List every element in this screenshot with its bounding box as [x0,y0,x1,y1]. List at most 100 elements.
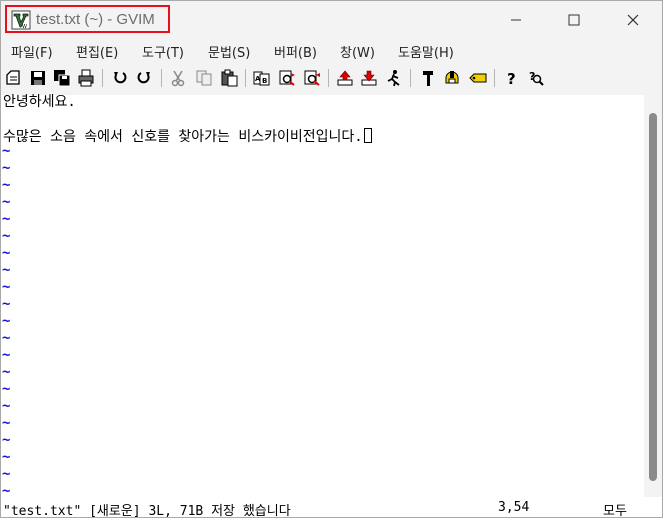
menu-buffers[interactable]: 버퍼(B) [274,42,317,61]
status-line: "test.txt" [새로운] 3L, 71B 저장 했습니다 3,54 모두 [1,497,662,517]
paste-icon [221,69,238,87]
gvim-window: W test.txt (~) - GVIM 파일(F) 편집(E) 도구(T) … [0,0,663,518]
tilde-line: ~ [2,364,11,380]
tilde-line: ~ [2,330,11,346]
minimize-icon [511,19,521,21]
scrollbar-thumb[interactable] [649,113,657,481]
toolbar-separator [328,69,329,87]
toolbar-separator [494,69,495,87]
text-line-1: 안녕하세요. [3,94,76,110]
tilde-line: ~ [2,415,11,431]
tilde-line: ~ [2,347,11,363]
toolbar: AB ? ? [1,63,662,93]
load-session-icon [337,70,353,86]
menu-syntax[interactable]: 문법(S) [208,42,250,61]
tilde-line: ~ [2,432,11,448]
menu-file[interactable]: 파일(F) [11,42,53,61]
find-next-button[interactable] [277,67,297,89]
copy-icon [196,70,212,86]
save-session-button[interactable] [359,67,379,89]
find-prev-button[interactable] [302,67,322,89]
undo-button[interactable] [110,67,130,89]
cut-button[interactable] [168,67,188,89]
tag-jump-button[interactable] [468,67,488,89]
toolbar-separator [245,69,246,87]
shell-icon [445,71,459,84]
toolbar-separator [410,69,411,87]
print-icon [78,69,94,87]
vertical-scrollbar[interactable] [644,95,662,497]
tilde-line: ~ [2,245,11,261]
paste-button[interactable] [219,67,239,89]
replace-button[interactable]: AB [252,67,272,89]
save-all-button[interactable] [52,67,72,89]
menu-edit[interactable]: 편집(E) [76,42,118,61]
make-icon [423,71,433,86]
find-next-icon [279,70,295,86]
tilde-line: ~ [2,381,11,397]
tilde-line: ~ [2,228,11,244]
svg-text:?: ? [507,70,516,87]
tilde-line: ~ [2,211,11,227]
shell-button[interactable] [442,67,462,89]
save-icon [31,71,45,85]
help-search-icon: ? [529,70,544,86]
tilde-line: ~ [2,194,11,210]
menu-window[interactable]: 창(W) [340,42,375,61]
status-message: "test.txt" [새로운] 3L, 71B 저장 했습니다 [3,504,291,518]
gvim-icon: W [11,10,31,30]
text-line-3-content: 수많은 소음 속에서 신호를 찾아가는 비스카이비전입니다. [3,129,363,145]
help-search-button[interactable]: ? [526,67,546,89]
tilde-line: ~ [2,466,11,482]
window-title: test.txt (~) - GVIM [36,11,155,28]
run-script-button[interactable] [384,67,404,89]
print-button[interactable] [76,67,96,89]
redo-button[interactable] [134,67,154,89]
save-session-icon [361,70,377,86]
cut-icon [171,70,185,87]
minimize-button[interactable] [487,1,545,39]
close-icon [627,14,639,26]
help-icon: ? [507,70,516,87]
text-line-3: 수많은 소음 속에서 신호를 찾아가는 비스카이비전입니다. [3,128,372,146]
make-button[interactable] [418,67,438,89]
toolbar-separator [161,69,162,87]
editor-area[interactable]: 안녕하세요. 수많은 소음 속에서 신호를 찾아가는 비스카이비전입니다. ~ ~… [1,94,644,499]
menu-tools[interactable]: 도구(T) [142,42,184,61]
tilde-line: ~ [2,160,11,176]
text-cursor [363,128,372,143]
redo-icon [137,72,150,84]
tag-jump-icon [469,73,487,83]
open-icon [6,70,20,85]
tilde-line: ~ [2,313,11,329]
menu-bar: 파일(F) 편집(E) 도구(T) 문법(S) 버퍼(B) 창(W) 도움말(H… [1,39,662,63]
tilde-line: ~ [2,296,11,312]
tilde-line: ~ [2,177,11,193]
close-button[interactable] [604,1,662,39]
svg-text:W: W [22,24,27,30]
toolbar-separator [102,69,103,87]
maximize-icon [568,14,580,26]
copy-button[interactable] [194,67,214,89]
scroll-percent: 모두 [603,504,627,518]
maximize-button[interactable] [545,1,603,39]
save-all-icon [54,70,71,87]
menu-help[interactable]: 도움말(H) [398,42,454,61]
cursor-position: 3,54 [498,500,530,515]
svg-text:A: A [255,75,261,83]
open-button[interactable] [4,67,24,89]
help-button[interactable]: ? [501,67,521,89]
tilde-line: ~ [2,262,11,278]
load-session-button[interactable] [335,67,355,89]
find-prev-icon [304,70,320,86]
tilde-line: ~ [2,449,11,465]
tilde-line: ~ [2,398,11,414]
title-bar: W test.txt (~) - GVIM [1,1,662,39]
undo-icon [114,72,127,84]
tilde-line: ~ [2,143,11,159]
run-script-icon [387,70,400,87]
svg-text:B: B [262,77,267,85]
tilde-line: ~ [2,279,11,295]
save-button[interactable] [28,67,48,89]
replace-icon: AB [253,71,270,86]
